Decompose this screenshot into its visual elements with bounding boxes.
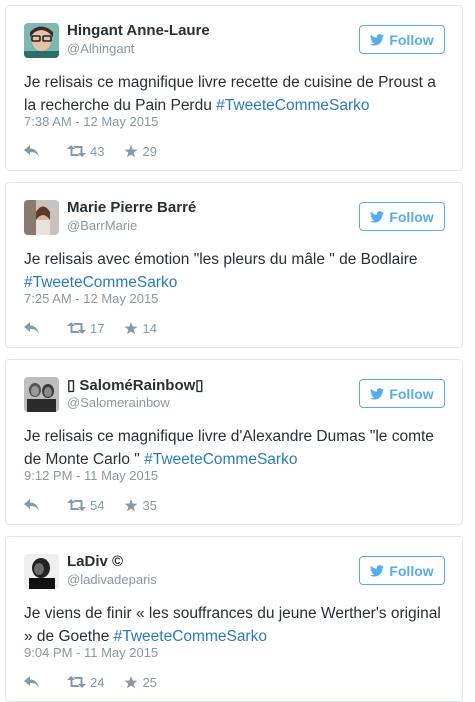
avatar[interactable] [24, 23, 59, 58]
user-handle[interactable]: @Alhingant [67, 41, 134, 56]
twitter-bird-icon [370, 210, 385, 223]
hashtag-link[interactable]: #TweeteCommeSarko [114, 628, 267, 645]
reply-button[interactable] [24, 145, 39, 157]
tweet-card: ▯ SaloméRainbow▯ @Salomerainbow Follow J… [5, 359, 463, 525]
tweet-card: Marie Pierre Barré @BarrMarie Follow Je … [5, 182, 463, 348]
follow-button[interactable]: Follow [359, 25, 445, 54]
timestamp[interactable]: 7:25 AM - 12 May 2015 [24, 291, 158, 306]
hashtag-link[interactable]: #TweeteCommeSarko [24, 274, 177, 291]
display-name[interactable]: Marie Pierre Barré [67, 199, 196, 216]
timestamp[interactable]: 9:12 PM - 11 May 2015 [24, 468, 158, 483]
hashtag-link[interactable]: #TweeteCommeSarko [144, 451, 297, 468]
star-icon [124, 498, 138, 511]
follow-button[interactable]: Follow [359, 379, 445, 408]
retweet-button[interactable]: 54 [67, 498, 104, 513]
tweet-body: Je relisais avec émotion "les pleurs du … [24, 251, 418, 268]
avatar[interactable] [24, 377, 59, 412]
user-handle[interactable]: @Salomerainbow [67, 395, 170, 410]
display-name[interactable]: LaDiv © [67, 553, 123, 570]
twitter-bird-icon [370, 564, 385, 577]
twitter-bird-icon [370, 33, 385, 46]
favorite-button[interactable]: 35 [124, 497, 157, 513]
avatar[interactable] [24, 554, 59, 589]
display-name[interactable]: ▯ SaloméRainbow▯ [67, 376, 204, 394]
retweet-icon [67, 499, 86, 511]
follow-label: Follow [389, 562, 434, 579]
favorite-count: 29 [142, 143, 157, 159]
timestamp[interactable]: 7:38 AM - 12 May 2015 [24, 114, 158, 129]
tweet-text: Je relisais ce magnifique livre d'Alexan… [24, 425, 449, 471]
reply-button[interactable] [24, 676, 39, 688]
reply-button[interactable] [24, 322, 39, 334]
retweet-button[interactable]: 17 [67, 321, 104, 336]
tweet-text: Je relisais ce magnifique livre recette … [24, 71, 449, 117]
reply-button[interactable] [24, 499, 39, 511]
retweet-icon [67, 145, 86, 157]
retweet-icon [67, 676, 86, 688]
star-icon [124, 144, 138, 157]
favorite-count: 25 [142, 674, 157, 690]
tweet-actions: 17 14 [24, 320, 157, 336]
reply-icon [24, 145, 39, 157]
retweet-count: 24 [90, 674, 105, 690]
twitter-bird-icon [370, 387, 385, 400]
favorite-count: 14 [142, 320, 157, 336]
tweet-actions: 54 35 [24, 497, 157, 513]
display-name[interactable]: Hingant Anne-Laure [67, 22, 210, 39]
tweet-text: Je relisais avec émotion "les pleurs du … [24, 248, 449, 294]
tweet-text: Je viens de finir « les souffrances du j… [24, 602, 449, 648]
follow-label: Follow [389, 385, 434, 402]
follow-button[interactable]: Follow [359, 202, 445, 231]
retweet-count: 17 [90, 320, 105, 336]
hashtag-link[interactable]: #TweeteCommeSarko [216, 97, 369, 114]
favorite-count: 35 [142, 497, 157, 513]
reply-icon [24, 499, 39, 511]
user-handle[interactable]: @BarrMarie [67, 218, 137, 233]
tweet-actions: 24 25 [24, 674, 157, 690]
follow-label: Follow [389, 208, 434, 225]
user-handle[interactable]: @ladivadeparis [67, 572, 157, 587]
tweet-card: LaDiv © @ladivadeparis Follow Je viens d… [5, 536, 463, 702]
follow-label: Follow [389, 31, 434, 48]
favorite-button[interactable]: 14 [124, 320, 157, 336]
retweet-icon [67, 322, 86, 334]
follow-button[interactable]: Follow [359, 556, 445, 585]
star-icon [124, 675, 138, 688]
reply-icon [24, 322, 39, 334]
retweet-button[interactable]: 43 [67, 144, 104, 159]
retweet-button[interactable]: 24 [67, 675, 104, 690]
avatar[interactable] [24, 200, 59, 235]
favorite-button[interactable]: 29 [124, 143, 157, 159]
timestamp[interactable]: 9:04 PM - 11 May 2015 [24, 645, 158, 660]
favorite-button[interactable]: 25 [124, 674, 157, 690]
retweet-count: 54 [90, 497, 105, 513]
tweet-actions: 43 29 [24, 143, 157, 159]
tweet-card: Hingant Anne-Laure @Alhingant Follow Je … [5, 5, 463, 171]
star-icon [124, 321, 138, 334]
retweet-count: 43 [90, 143, 105, 159]
reply-icon [24, 676, 39, 688]
